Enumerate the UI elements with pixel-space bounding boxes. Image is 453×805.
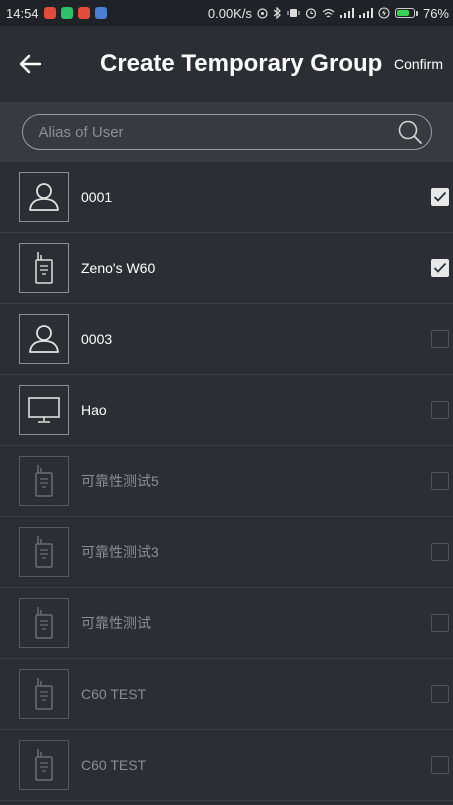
member-checkbox[interactable] (431, 756, 449, 774)
search-box (21, 114, 432, 150)
page-title: Create Temporary Group (100, 50, 383, 77)
check-icon (433, 191, 447, 202)
radio-icon (19, 669, 69, 719)
radio-icon (19, 456, 69, 506)
search-icon[interactable] (397, 119, 423, 145)
list-item[interactable]: Zeno's W60 (0, 233, 453, 304)
search-bar (0, 102, 453, 162)
member-checkbox[interactable] (431, 614, 449, 632)
member-label: Hao (81, 402, 107, 418)
list-item[interactable]: 可靠性测试5 (0, 446, 453, 517)
list-item[interactable]: 可靠性测试 (0, 588, 453, 659)
member-label: C60 TEST (81, 686, 147, 702)
member-label: 可靠性测试5 (81, 473, 159, 489)
vibrate-icon (287, 9, 300, 17)
member-label: Zeno's W60 (81, 260, 156, 276)
radio-icon (19, 740, 69, 790)
list-item[interactable]: 0003 (0, 304, 453, 375)
list-item[interactable]: Hao (0, 375, 453, 446)
member-checkbox[interactable] (431, 472, 449, 490)
monitor-icon (19, 385, 69, 435)
member-label: C60 TEST (81, 757, 147, 773)
notes-icon (94, 7, 107, 19)
member-label: 0001 (81, 189, 113, 205)
battery-percent: 76% (422, 5, 449, 21)
member-checkbox[interactable] (431, 401, 449, 419)
member-checkbox[interactable] (431, 188, 449, 206)
status-bar: 14:54 0.00K/s 76% (0, 0, 453, 26)
app-header: Create Temporary Group Confirm (0, 26, 453, 102)
member-label: 可靠性测试3 (81, 544, 159, 560)
back-button[interactable] (0, 34, 60, 94)
list-item[interactable]: C60 TEST (0, 659, 453, 730)
search-input[interactable] (36, 122, 397, 142)
confirm-button[interactable]: Confirm (394, 56, 443, 72)
weibo-icon (77, 7, 90, 19)
nfc-icon (257, 7, 268, 19)
signal-icon-1 (339, 8, 354, 18)
arrow-left-icon (19, 54, 41, 74)
bluetooth-icon (273, 7, 281, 19)
list-item[interactable]: 0001 (0, 162, 453, 233)
list-item[interactable]: C60 TEST (0, 730, 453, 801)
wifi-icon (322, 8, 335, 17)
user-icon (19, 172, 69, 222)
radio-icon (19, 598, 69, 648)
status-right: 0.00K/s 76% (208, 6, 449, 21)
status-left: 14:54 (6, 6, 107, 21)
member-label: 可靠性测试 (81, 615, 151, 631)
status-time: 14:54 (6, 5, 39, 21)
red-app-icon (43, 7, 56, 19)
member-list: 0001 Zeno's W60 0003 Hao 可靠性测试5 可靠性测试3 可靠性测试 C6… (0, 162, 453, 801)
wechat-icon (60, 7, 73, 19)
network-speed: 0.00K/s (207, 5, 252, 21)
alarm-icon (305, 8, 317, 19)
signal-icon-2 (358, 8, 373, 18)
member-label: 0003 (81, 331, 113, 347)
charging-icon (378, 7, 390, 19)
list-item[interactable]: 可靠性测试3 (0, 517, 453, 588)
radio-icon (19, 243, 69, 293)
member-checkbox[interactable] (431, 543, 449, 561)
user-icon (19, 314, 69, 364)
radio-icon (19, 527, 69, 577)
member-checkbox[interactable] (431, 259, 449, 277)
check-icon (433, 262, 447, 273)
member-checkbox[interactable] (431, 685, 449, 703)
member-checkbox[interactable] (431, 330, 449, 348)
battery-icon (394, 8, 418, 18)
